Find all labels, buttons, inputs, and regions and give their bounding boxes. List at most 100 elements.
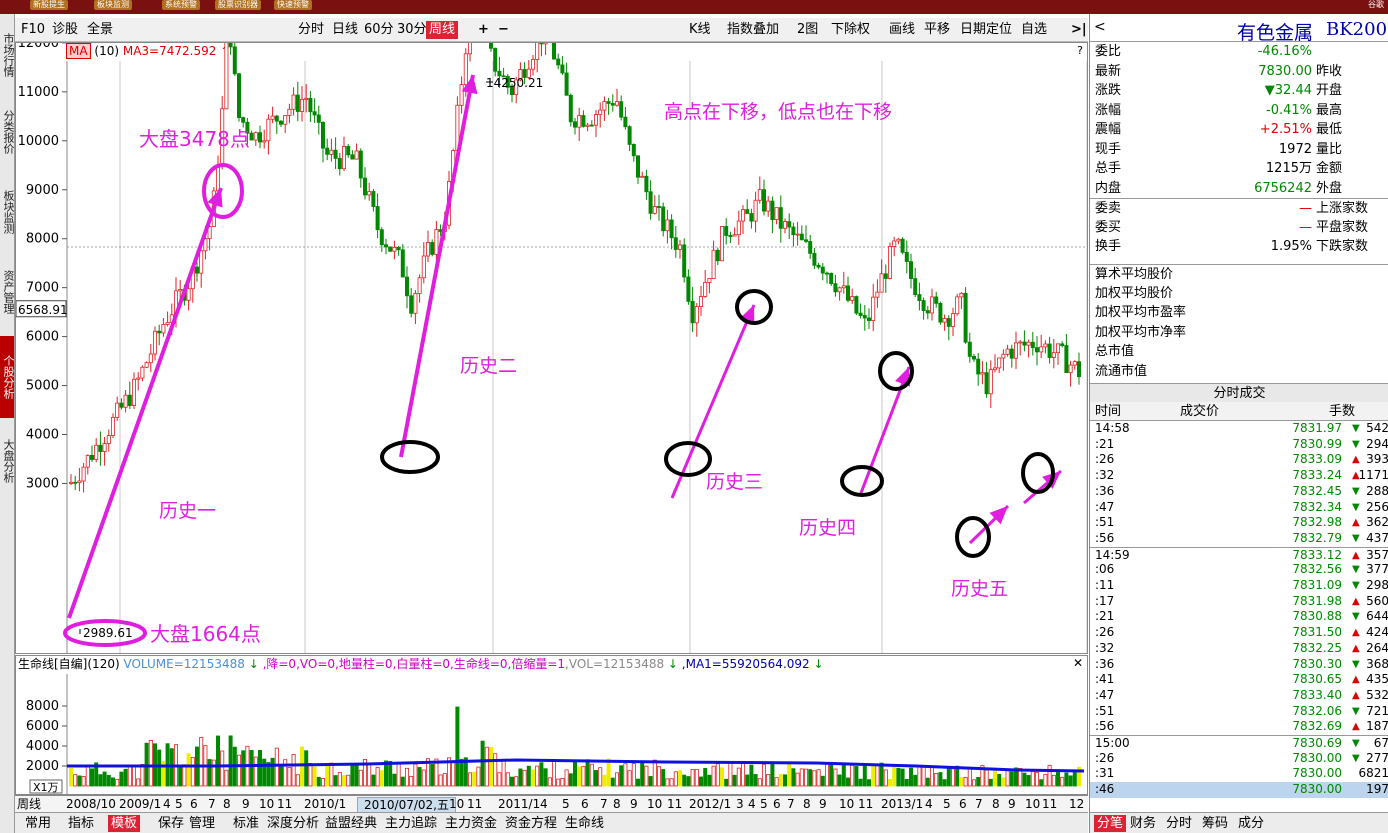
date-label: 7 [208, 797, 216, 811]
leftnav-item-0[interactable]: 市场行情 [0, 20, 14, 90]
vol-tick-label: 2000 [26, 759, 59, 774]
back-icon[interactable]: < [1094, 19, 1106, 35]
pan-button[interactable]: 平移 [924, 21, 950, 39]
volume-bar [959, 777, 964, 787]
quote-tab-2[interactable]: 分时 [1166, 815, 1192, 832]
y-tick-label: 3000 [26, 476, 59, 491]
date-locate-button[interactable]: 日期定位 [960, 21, 1012, 39]
bottom-tab-2[interactable]: 模板 [108, 815, 141, 832]
ex-rights-dropdown[interactable]: 下除权 [831, 21, 870, 39]
quote-tab-4[interactable]: 成分 [1238, 815, 1264, 832]
period-60min[interactable]: 60分 [364, 21, 394, 39]
period-weekly[interactable]: 周线 [426, 21, 459, 39]
bottom-tab-5[interactable]: 标准 [233, 815, 259, 832]
candle-body [963, 292, 968, 343]
candle-body [854, 296, 859, 314]
zoom-out-button[interactable]: − [498, 21, 509, 39]
quote-row: 涨幅 -0.41% 最高 [1090, 101, 1388, 120]
period-daily[interactable]: 日线 [332, 21, 358, 39]
candle-body [392, 247, 397, 252]
candle-body [329, 149, 334, 155]
candle-body [627, 126, 632, 145]
leftnav-item-1[interactable]: 分类报价 [0, 96, 14, 168]
trade-time: :21 [1095, 436, 1115, 451]
trade-volume: 542 [1366, 421, 1388, 435]
leftnav-item-5[interactable]: 大盘分析 [0, 426, 14, 496]
candle-body [917, 294, 922, 301]
topbar-button-3[interactable]: 股票识别器 [215, 0, 261, 10]
kline-dropdown[interactable]: K线 [689, 21, 711, 39]
period-30min[interactable]: 30分 [397, 21, 427, 39]
volume-bar [682, 774, 687, 787]
quote-tab-0[interactable]: 分笔 [1094, 815, 1127, 832]
volume-bar [404, 767, 409, 787]
candle-body [657, 206, 662, 208]
volume-bar [430, 764, 435, 787]
candle-body [858, 312, 863, 316]
trade-time: :31 [1095, 766, 1115, 781]
volume-bar [501, 759, 506, 787]
period-intraday[interactable]: 分时 [298, 21, 324, 39]
candle-body [699, 296, 704, 307]
candle-body [404, 276, 409, 297]
diagnose-button[interactable]: 诊股 [52, 21, 78, 39]
index-overlay-dropdown[interactable]: 指数叠加 [727, 21, 779, 39]
leftnav-item-4[interactable]: 个股分析 [0, 336, 14, 418]
volume-bar [665, 778, 670, 787]
watchlist-dropdown[interactable]: 自选 [1021, 21, 1047, 39]
trade-direction-icon: ▼ [1352, 752, 1360, 764]
trade-price: 7830.00 [1292, 782, 1342, 797]
period-dropdown[interactable]: 周线 [17, 797, 41, 811]
topbar-button-1[interactable]: 板块监测 [94, 0, 132, 10]
bottom-tab-8[interactable]: 主力追踪 [385, 815, 437, 832]
topbar-button-2[interactable]: 系统预警 [162, 0, 200, 10]
candle-body [665, 219, 670, 232]
trade-row: :21 7830.88 ▼ 644 [1090, 609, 1388, 625]
trade-direction-icon: ▼ [1352, 564, 1360, 576]
quote-row: 委比 -46.16% [1090, 42, 1388, 61]
candle-body [972, 355, 977, 360]
f10-button[interactable]: F10 [21, 21, 45, 39]
candle-body [728, 235, 733, 237]
bottom-tab-6[interactable]: 深度分析 [267, 815, 319, 832]
trade-direction-icon: ▲ [1352, 517, 1360, 529]
price-chart[interactable]: MA (10) MA3=7472.592 ↑ , ? 1400013000120… [15, 42, 1088, 654]
draw-line-button[interactable]: 画线 [889, 21, 915, 39]
quote-tab-3[interactable]: 筹码 [1202, 815, 1228, 832]
candle-body [976, 358, 981, 375]
bottom-tab-11[interactable]: 生命线 [565, 815, 604, 832]
topbar-button-0[interactable]: 新股提生 [30, 0, 68, 10]
volume-bar [833, 768, 838, 787]
candle-body [934, 296, 939, 304]
overview-button[interactable]: 全景 [87, 21, 113, 39]
volume-bar [547, 777, 552, 787]
candle-body [413, 293, 418, 314]
volume-bar [657, 766, 662, 787]
bottom-tab-3[interactable]: 保存 [158, 815, 184, 832]
collapse-icon[interactable]: >| [1071, 21, 1087, 39]
leftnav-item-2[interactable]: 板块监测 [0, 176, 14, 248]
candle-body [341, 146, 346, 170]
bottom-tab-0[interactable]: 常用 [25, 815, 51, 832]
volume-panel[interactable]: 生命线[自编](120) VOLUME=12153488 ↓ ,降=0,VO=0… [15, 655, 1088, 795]
bottom-tab-1[interactable]: 指标 [68, 815, 94, 832]
volume-bar [400, 776, 405, 787]
topbar-button-4[interactable]: 快速预警 [274, 0, 312, 10]
candle-body [165, 322, 170, 325]
quote-tab-1[interactable]: 财务 [1130, 815, 1156, 832]
bottom-tab-9[interactable]: 主力资金 [445, 815, 497, 832]
candle-body [850, 296, 855, 301]
bottom-tab-4[interactable]: 管理 [189, 815, 215, 832]
volume-bar [602, 774, 607, 787]
bottom-tab-10[interactable]: 资金方程 [505, 815, 557, 832]
zoom-in-button[interactable]: + [478, 21, 489, 39]
volume-bar [1039, 779, 1044, 787]
two-chart-dropdown[interactable]: 2图 [797, 21, 818, 39]
trade-row: :32 7832.25 ▲ 264 [1090, 641, 1388, 657]
volume-bar [1056, 772, 1061, 787]
date-label: 6 [773, 797, 781, 811]
bottom-tab-7[interactable]: 益盟经典 [325, 815, 377, 832]
volume-bar [467, 772, 472, 787]
leftnav-item-3[interactable]: 资产管理 [0, 256, 14, 328]
candle-body [186, 288, 191, 301]
